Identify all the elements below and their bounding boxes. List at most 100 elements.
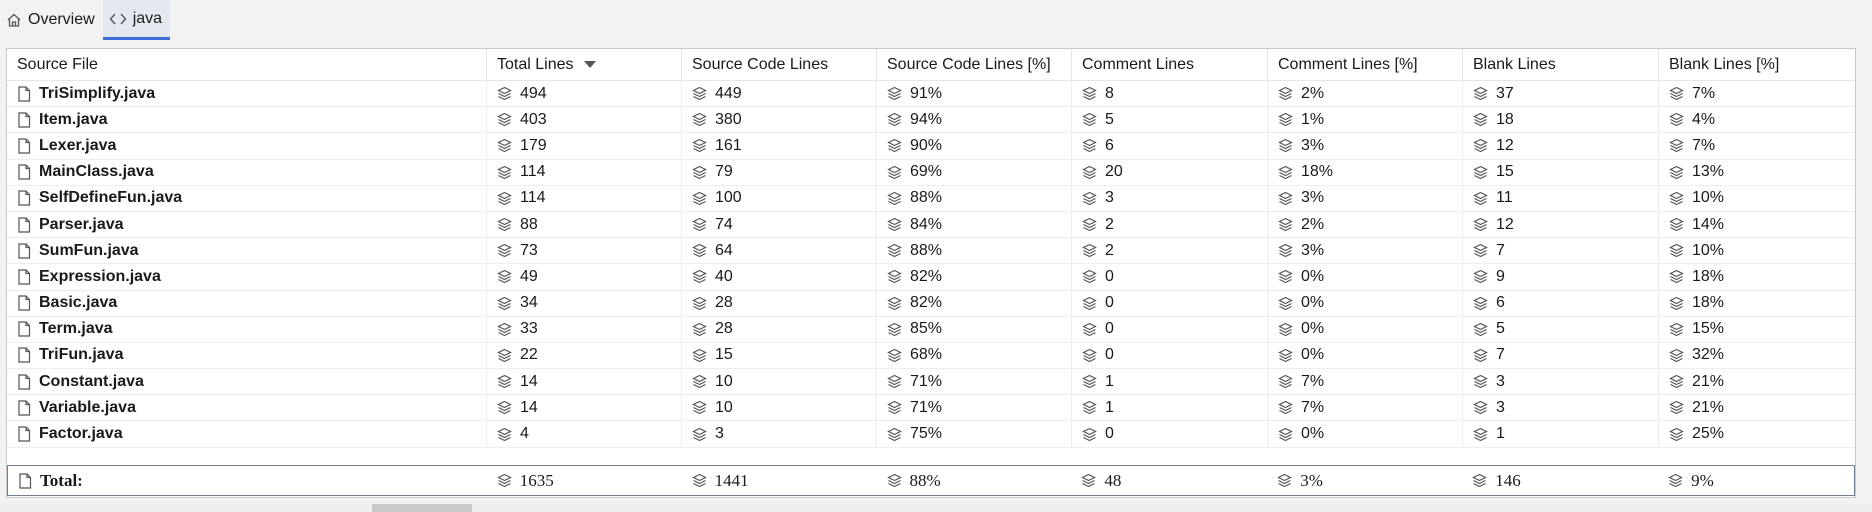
layers-icon [1082, 243, 1097, 258]
column-header-source-code-lines[interactable]: Source Code Lines [682, 49, 877, 80]
metric-value: 5 [1105, 110, 1114, 128]
horizontal-scrollbar[interactable] [0, 504, 1872, 512]
cell-source-code-lines-pct: 71% [877, 369, 1072, 395]
layers-icon [1082, 322, 1097, 337]
cell-total-lines: 114 [487, 159, 682, 185]
column-header-comment-lines-pct[interactable]: Comment Lines [%] [1268, 49, 1463, 80]
metric-value: 18% [1692, 294, 1725, 312]
cell-total-lines: 403 [487, 107, 682, 133]
table-row[interactable]: Expression.java 49 40 82% 0 0% 9 18% [7, 264, 1855, 291]
cell-source-code-lines: 28 [682, 290, 877, 316]
layers-icon [1669, 322, 1684, 337]
file-icon [17, 269, 31, 285]
table-row[interactable]: SumFun.java 73 64 88% 2 3% 7 10% [7, 238, 1855, 265]
metric-value: 49 [520, 267, 538, 285]
metric-value: 18 [1496, 110, 1514, 128]
file-icon [17, 243, 31, 259]
vertical-scrollbar[interactable] [1856, 48, 1864, 498]
cell-source-file: Variable.java [7, 395, 487, 421]
cell-comment-lines-pct: 0% [1268, 290, 1463, 316]
layers-icon [887, 296, 902, 311]
file-name: Lexer.java [39, 136, 117, 154]
cell-total-lines: 14 [487, 395, 682, 421]
column-header-blank-lines-pct[interactable]: Blank Lines [%] [1659, 49, 1855, 80]
metrics-table-panel: Source File Total Lines Source Code Lines S… [6, 48, 1856, 498]
table-row[interactable]: SelfDefineFun.java 114 100 88% 3 3% 11 10% [7, 185, 1855, 212]
metric-value: 75% [910, 425, 943, 443]
column-header-blank-lines[interactable]: Blank Lines [1463, 49, 1659, 80]
tab-java[interactable]: java [102, 0, 171, 40]
layers-icon [1473, 348, 1488, 363]
table-row[interactable]: Variable.java 14 10 71% 1 7% 3 21% [7, 395, 1855, 422]
cell-source-code-lines: 64 [682, 238, 877, 264]
layers-icon [1472, 473, 1488, 488]
layers-icon [496, 473, 512, 488]
metric-value: 0 [1105, 267, 1114, 285]
home-icon [7, 13, 21, 27]
layers-icon [497, 191, 512, 206]
cell-source-code-lines: 449 [682, 81, 877, 107]
metric-value: 88 [520, 215, 538, 233]
tab-overview[interactable]: Overview [0, 0, 103, 40]
cell-blank-lines-pct: 13% [1659, 160, 1855, 185]
cell-source-code-lines: 40 [682, 264, 877, 290]
metric-value: 0 [1105, 294, 1114, 312]
table-row[interactable]: TriSimplify.java 494 449 91% 8 2% 37 7% [7, 81, 1855, 108]
metric-value: 10% [1692, 189, 1725, 207]
metric-value: 3% [1301, 136, 1325, 154]
cell-total-lines: 49 [487, 264, 682, 290]
cell-source-code-lines: 100 [682, 185, 877, 211]
file-name: Basic.java [39, 294, 118, 312]
table-row[interactable]: Lexer.java 179 161 90% 6 3% 12 7% [7, 133, 1855, 160]
cell-comment-lines: 2 [1072, 238, 1268, 264]
cell-source-code-lines-pct: 90% [877, 133, 1072, 159]
cell-blank-lines: 15 [1463, 159, 1659, 185]
metric-value: 90% [910, 136, 943, 154]
layers-icon [1473, 296, 1488, 311]
cell-source-file: TriSimplify.java [7, 81, 487, 107]
table-row[interactable]: Term.java 33 28 85% 0 0% 5 15% [7, 316, 1855, 343]
layers-icon [692, 217, 707, 232]
layers-icon [1278, 400, 1293, 415]
column-header-label: Source File [17, 55, 98, 73]
metric-value: 11 [1496, 189, 1513, 207]
layers-icon [497, 86, 512, 101]
file-icon [17, 85, 31, 102]
cell-blank-lines: 1 [1463, 421, 1659, 447]
column-header-source-code-lines-pct[interactable]: Source Code Lines [%] [877, 49, 1072, 80]
cell-comment-lines-pct: 7% [1268, 395, 1463, 421]
layers-icon [886, 473, 902, 488]
column-header-total-lines[interactable]: Total Lines [487, 49, 682, 80]
cell-total-lines: 4 [487, 421, 682, 447]
metric-value: 6 [1496, 294, 1505, 312]
table-row[interactable]: TriFun.java 22 15 68% 0 0% 7 32% [7, 342, 1855, 370]
table-row[interactable]: Item.java 403 380 94% 5 1% 18 4% [7, 107, 1855, 134]
layers-icon [497, 400, 512, 415]
horizontal-scrollbar-thumb[interactable] [372, 504, 472, 512]
layers-icon [1473, 112, 1488, 127]
table-row[interactable]: MainClass.java 114 79 69% 20 18% 15 13% [7, 159, 1855, 186]
layers-icon [1278, 348, 1293, 363]
table-row[interactable]: Constant.java 14 10 71% 1 7% 3 21% [7, 369, 1855, 396]
cell-total-lines: 114 [487, 185, 682, 211]
metric-value: 21% [1692, 372, 1725, 390]
column-header-label: Total Lines [497, 55, 574, 73]
total-cell-source-code-lines-pct: 88% [877, 466, 1072, 495]
layers-icon [1473, 427, 1488, 442]
cell-source-code-lines: 15 [682, 342, 877, 369]
table-row[interactable]: Parser.java 88 74 84% 2 2% 12 14% [7, 211, 1855, 239]
cell-source-code-lines: 10 [682, 369, 877, 395]
metric-value: 40 [715, 267, 733, 285]
cell-comment-lines: 5 [1072, 107, 1268, 133]
column-header-source-file[interactable]: Source File [7, 49, 487, 80]
metric-value: 84% [910, 215, 943, 233]
metric-value: 32% [1692, 346, 1725, 364]
table-body: TriSimplify.java 494 449 91% 8 2% 37 7% Item.jav… [7, 81, 1855, 448]
cell-total-lines: 179 [487, 133, 682, 159]
table-row[interactable]: Factor.java 4 3 75% 0 0% 1 25% [7, 421, 1855, 448]
metric-value: 3% [1300, 470, 1323, 490]
table-row[interactable]: Basic.java 34 28 82% 0 0% 6 18% [7, 290, 1855, 317]
column-header-comment-lines[interactable]: Comment Lines [1072, 49, 1268, 80]
metric-value: 114 [520, 163, 546, 181]
cell-source-code-lines-pct: 84% [877, 211, 1072, 238]
